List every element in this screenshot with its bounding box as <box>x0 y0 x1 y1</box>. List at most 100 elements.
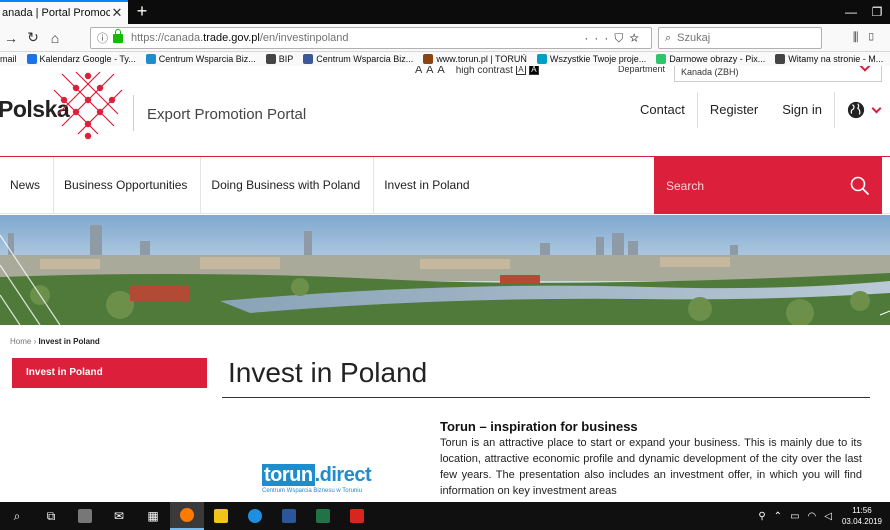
word-icon[interactable] <box>272 502 306 530</box>
bookmark-label: mail <box>0 54 17 64</box>
page-title: Invest in Poland <box>228 357 428 388</box>
bookmark-label: Centrum Wsparcia Biz... <box>316 54 414 64</box>
browser-search-input[interactable] <box>677 32 808 44</box>
bookmark-item[interactable]: Darmowe obrazy - Pix... <box>656 54 765 64</box>
contrast-dark-button[interactable]: A <box>528 66 539 75</box>
bookmark-item[interactable]: Centrum Wsparcia Biz... <box>303 54 413 64</box>
page-actions-icon[interactable]: ···⛉☆ <box>584 31 645 46</box>
pdf-icon[interactable] <box>340 502 374 530</box>
chevron-up-icon[interactable]: ⌃ <box>774 511 782 522</box>
volume-icon[interactable]: ◁ <box>824 511 832 522</box>
article-title: Torun – inspiration for business <box>440 419 638 434</box>
site-search-input[interactable] <box>666 178 850 193</box>
url-text[interactable]: https://canada.trade.gov.pl/en/investinp… <box>131 32 584 44</box>
bookmark-label: Wszystkie Twoje proje... <box>549 54 647 64</box>
sign-in-link[interactable]: Sign in <box>770 92 835 128</box>
browser-tab-active[interactable]: anada | Portal Promocji Ekspo ✕ <box>0 0 128 24</box>
nav-item[interactable]: Doing Business with Poland <box>201 157 375 214</box>
bookmark-item[interactable]: Witamy na stronie - M... <box>775 54 883 64</box>
department-select[interactable]: Kanada (ZBH) <box>674 66 882 82</box>
bookmark-label: Darmowe obrazy - Pix... <box>669 54 766 64</box>
calculator-icon[interactable]: ▦ <box>136 502 170 530</box>
excel-icon[interactable] <box>306 502 340 530</box>
bookmark-label: Centrum Wsparcia Biz... <box>158 54 256 64</box>
reload-icon[interactable]: ↻ <box>22 29 44 46</box>
bookmark-item[interactable]: mail <box>0 54 17 64</box>
torun-direct-logo[interactable]: torun .direct Centrum Wsparcia Biznesu w … <box>262 464 386 494</box>
chevron-down-icon <box>859 66 871 72</box>
accessibility-tools: A A A high contrast A A <box>415 66 539 76</box>
mail-icon[interactable]: ✉ <box>102 502 136 530</box>
system-tray: ⚲ ⌃ ▭ ◠ ◁ 11:56 03.04.2019 <box>754 502 882 530</box>
clock-date: 03.04.2019 <box>841 517 882 526</box>
home-icon[interactable]: ⌂ <box>44 30 66 46</box>
clock-time: 11:56 <box>852 506 872 515</box>
url-bar[interactable]: ⓘ https://canada.trade.gov.pl/en/investi… <box>90 27 652 49</box>
nav-item[interactable]: Business Opportunities <box>54 157 202 214</box>
bookmark-favicon-icon <box>26 54 37 64</box>
bookmark-item[interactable]: BIP <box>265 54 294 64</box>
breadcrumb-home-link[interactable]: Home <box>10 337 31 346</box>
tab-title: anada | Portal Promocji Ekspo <box>2 7 110 19</box>
department-value: Kanada (ZBH) <box>681 67 739 77</box>
edge-icon[interactable] <box>238 502 272 530</box>
clock[interactable]: 11:56 03.04.2019 <box>842 505 882 527</box>
bookmark-item[interactable]: Centrum Wsparcia Biz... <box>145 54 256 64</box>
lock-icon[interactable] <box>113 28 123 43</box>
page-info-icon[interactable]: ⓘ <box>97 30 111 46</box>
restore-icon[interactable]: ❐ <box>862 0 890 24</box>
battery-icon[interactable]: ▭ <box>790 511 799 522</box>
bookmark-favicon-icon <box>265 54 276 64</box>
browser-search-box[interactable]: ⌕ <box>658 27 822 49</box>
network-icon[interactable]: ◠ <box>808 511 817 522</box>
web-page: A A A high contrast A A Department Kanad… <box>0 66 890 502</box>
bookmark-label: BIP <box>278 54 294 64</box>
bookmarks-bar: mail Kalendarz Google - Ty... Centrum Wspa… <box>0 52 890 66</box>
bookmark-label: Kalendarz Google - Ty... <box>39 54 136 64</box>
file-explorer-icon[interactable] <box>204 502 238 530</box>
bookmark-item[interactable]: www.torun.pl | TORUŃ <box>423 54 527 64</box>
firefox-icon[interactable] <box>170 502 204 530</box>
top-links: Contact Register Sign in <box>628 92 890 128</box>
search-icon: ⌕ <box>665 31 672 44</box>
forward-icon[interactable]: → <box>0 30 22 46</box>
font-size-switcher[interactable]: A A A <box>415 66 446 76</box>
torun-logo-subtitle: Centrum Wsparcia Biznesu w Toruniu <box>262 488 362 494</box>
windows-taskbar: ⌕ ⧉ ✉ ▦ ⚲ ⌃ ▭ ◠ ◁ 11:56 03.04.2019 <box>0 502 890 530</box>
people-icon[interactable]: ⚲ <box>758 511 765 522</box>
library-icon[interactable]: ⫼▯ <box>853 30 884 45</box>
bookmark-item[interactable]: Kalendarz Google - Ty... <box>26 54 136 64</box>
sidebar-item-invest-in-poland[interactable]: Invest in Poland <box>12 358 207 388</box>
site-search-box[interactable] <box>654 157 882 214</box>
tab-close-icon[interactable]: ✕ <box>110 5 124 21</box>
torun-logo-text-a: torun <box>262 464 315 486</box>
breadcrumb: Home › Invest in Poland <box>10 337 100 346</box>
browser-tab-strip: anada | Portal Promocji Ekspo ✕ + — ❐ <box>0 0 890 24</box>
polska-logo-icon <box>53 71 123 140</box>
bookmark-favicon-icon <box>775 54 786 64</box>
main-navigation: News Business Opportunities Doing Business… <box>0 156 890 214</box>
portal-title: Export Promotion Portal <box>147 106 307 123</box>
nav-item[interactable]: Invest in Poland <box>374 157 482 214</box>
nav-item[interactable]: News <box>0 157 55 214</box>
globe-icon[interactable] <box>847 101 865 119</box>
search-icon[interactable] <box>850 176 870 196</box>
bookmark-label: Witamy na stronie - M... <box>788 54 884 64</box>
search-icon[interactable]: ⌕ <box>0 502 34 530</box>
bookmark-favicon-icon <box>536 54 547 64</box>
bookmark-item[interactable]: Wszystkie Twoje proje... <box>536 54 647 64</box>
high-contrast-label: high contrast <box>455 66 513 76</box>
contrast-normal-button[interactable]: A <box>515 66 526 75</box>
new-tab-button[interactable]: + <box>130 0 154 24</box>
task-view-icon[interactable]: ⧉ <box>34 502 68 530</box>
register-link[interactable]: Register <box>698 92 770 128</box>
app-icon[interactable] <box>68 502 102 530</box>
chevron-down-icon[interactable] <box>871 103 882 113</box>
bookmark-label: www.torun.pl | TORUŃ <box>436 54 527 64</box>
bookmark-favicon-icon <box>303 54 314 64</box>
bookmark-favicon-icon <box>423 54 434 64</box>
department-label: Department <box>618 66 666 74</box>
browser-nav-bar: → ↻ ⌂ ⓘ https://canada.trade.gov.pl/en/i… <box>0 24 890 52</box>
contact-link[interactable]: Contact <box>628 92 698 128</box>
warsaw-skyline-banner <box>0 215 890 325</box>
